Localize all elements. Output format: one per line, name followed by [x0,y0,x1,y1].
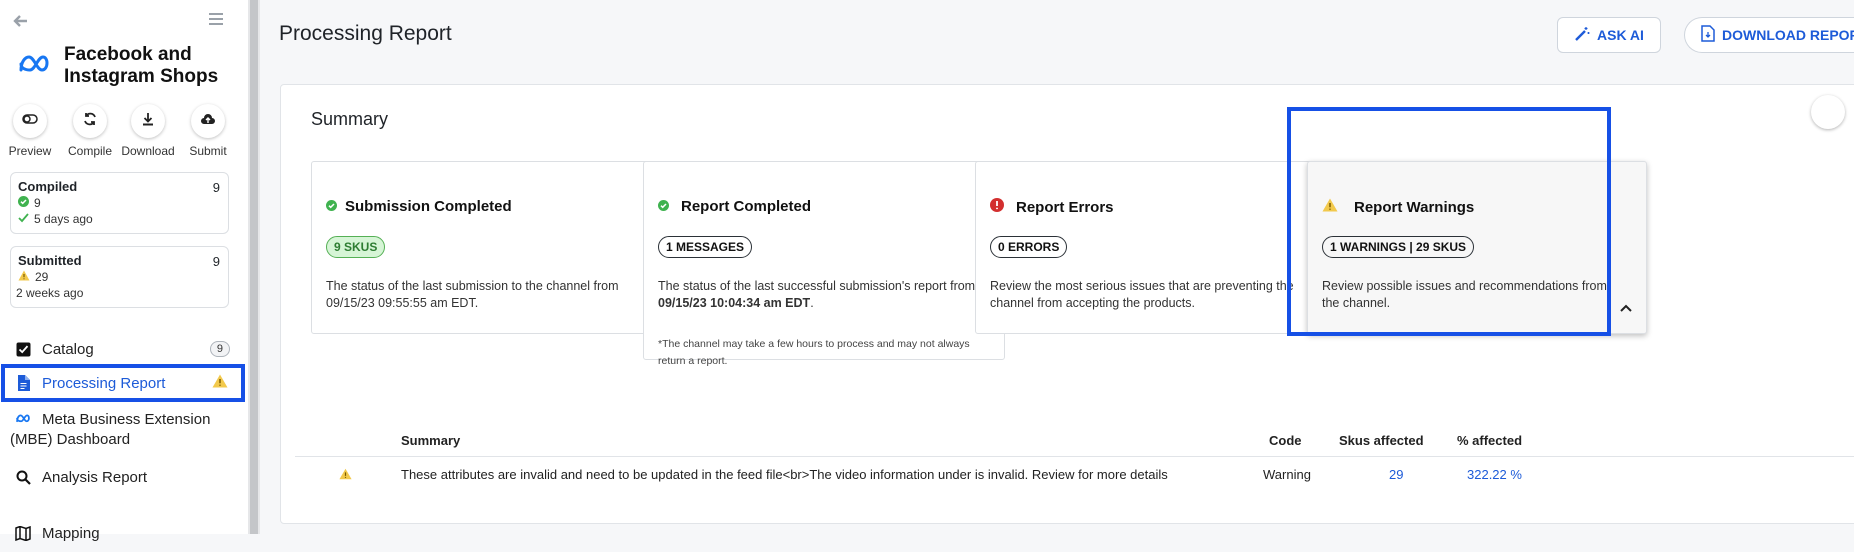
submission-completed-card[interactable]: Submission Completed 9 SKUS The status o… [311,161,673,334]
report-completed-card[interactable]: Report Completed 1 MESSAGES The status o… [643,161,1005,367]
chevron-up-icon[interactable] [1618,301,1634,317]
percent-affected-link[interactable]: 322.22 % [1467,467,1522,482]
summary-heading: Summary [311,109,389,129]
preview-button[interactable]: Preview [0,104,60,158]
page-header: Processing Report ASK AI DOWNLOAD REPORT [260,0,1854,66]
meta-logo-icon [18,54,50,76]
compiled-count: 9 [212,180,220,195]
error-icon [990,198,1004,216]
toggle-icon [22,112,38,130]
catalog-count-badge: 9 [209,341,230,357]
card-description: The status of the last submission to the… [326,279,619,310]
channel-actions: Preview Compile Download Submit [0,104,248,160]
settings-gear-icon[interactable] [1811,95,1845,129]
skus-pill: 9 SKUS [326,236,386,258]
check-icon [18,212,29,226]
sidebar-item-mbe-dashboard[interactable]: Meta Business Extension (MBE) Dashboard [0,410,248,454]
download-button[interactable]: Download [118,104,178,158]
page-title: Processing Report [279,22,452,45]
submit-button[interactable]: Submit [178,104,238,158]
sidebar-item-analysis-report[interactable]: Analysis Report [0,458,248,496]
issues-table-header: Summary Code Skus affected % affected [295,423,1854,457]
sidebar-item-label: Meta Business Extension (MBE) Dashboard [10,411,211,448]
errors-pill: 0 ERRORS [990,236,1068,258]
card-title: Report Completed [681,198,812,215]
column-skus-affected: Skus affected [1339,433,1424,448]
table-row[interactable]: These attributes are invalid and need to… [295,457,1854,497]
skus-affected-link[interactable]: 29 [1389,467,1403,482]
sidebar: Facebook and Instagram Shops Preview Com… [0,0,248,542]
map-icon [12,525,34,541]
channel-brand: Facebook and Instagram Shops [16,44,236,90]
sidebar-item-label: Catalog [42,340,94,358]
submitted-count: 9 [212,254,220,269]
checkbox-icon [12,342,34,357]
check-circle-icon [658,198,669,215]
submit-label: Submit [189,144,227,158]
download-report-button[interactable]: DOWNLOAD REPORT [1684,17,1854,53]
card-description: Review the most serious issues that are … [990,279,1294,310]
sidebar-item-catalog[interactable]: Catalog 9 [0,330,248,368]
sidebar-item-label: Analysis Report [42,468,148,486]
sidebar-scrollbar-thumb[interactable] [250,0,258,534]
column-summary: Summary [401,433,461,448]
arrow-left-icon[interactable] [12,12,34,30]
warnings-card-highlight [1287,107,1611,336]
issue-code: Warning [1263,467,1311,482]
submitted-status-card[interactable]: Submitted 9 29 2 weeks ago [10,246,229,308]
file-download-icon [1701,25,1715,45]
summary-panel: Summary Submission Completed 9 SKUS The … [280,84,1854,524]
ask-ai-button[interactable]: ASK AI [1557,17,1661,53]
preview-label: Preview [8,144,52,158]
cloud-upload-icon [200,112,216,130]
warning-icon [339,468,352,483]
download-icon [141,112,155,131]
submitted-time: 2 weeks ago [16,286,84,300]
processing-report-highlight [1,364,245,402]
compile-label: Compile [67,144,112,158]
sidebar-top-controls [12,12,228,30]
sidebar-item-label: Mapping [42,524,100,542]
card-title: Submission Completed [345,198,512,215]
submitted-items: 29 [35,270,49,284]
card-title: Report Errors [1016,198,1114,216]
compile-button[interactable]: Compile [60,104,120,158]
warning-icon [18,270,30,284]
card-note: *The channel may take a few hours to pro… [658,338,970,367]
compiled-items: 9 [34,196,41,210]
channel-name: Facebook and Instagram Shops [64,44,219,87]
magic-wand-icon [1574,26,1590,45]
search-icon [12,470,34,485]
card-description: The status of the last successful submis… [658,279,976,310]
compiled-title: Compiled [18,179,78,194]
messages-pill: 1 MESSAGES [658,236,753,258]
check-circle-icon [326,198,337,215]
submitted-title: Submitted [18,253,82,268]
compiled-status-card[interactable]: Compiled 9 9 5 days ago [10,172,229,234]
compiled-time: 5 days ago [34,212,93,226]
report-errors-card[interactable]: Report Errors 0 ERRORS Review the most s… [975,161,1337,334]
hamburger-menu-icon[interactable] [208,12,228,30]
refresh-icon [83,112,97,131]
sidebar-item-mapping[interactable]: Mapping [0,514,248,552]
check-circle-icon [18,196,29,210]
ask-ai-label: ASK AI [1597,27,1644,43]
column-code: Code [1269,433,1302,448]
download-label: Download [121,144,175,158]
download-report-label: DOWNLOAD REPORT [1722,27,1854,43]
issue-summary: These attributes are invalid and need to… [401,467,1168,482]
column-percent-affected: % affected [1457,433,1523,448]
